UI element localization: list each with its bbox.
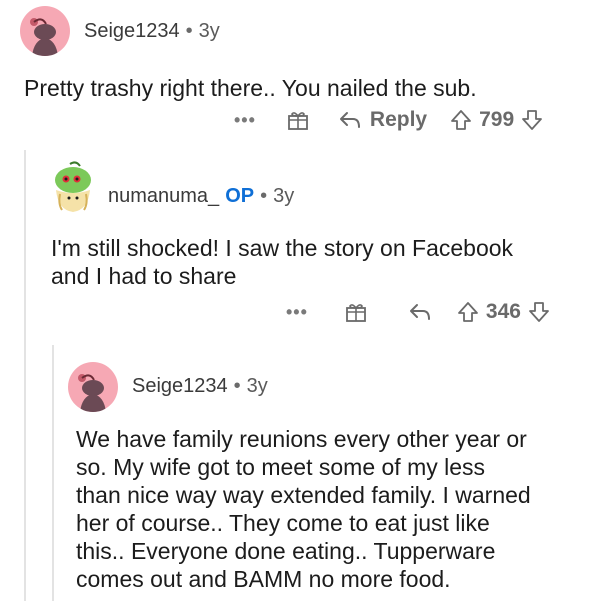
comment-body-line: I'm still shocked! I saw the story on Fa… — [51, 235, 514, 261]
comment-body-line: this.. Everyone done eating.. Tupperware — [76, 538, 496, 564]
downvote-icon[interactable] — [520, 108, 544, 132]
reply-button[interactable]: Reply — [370, 108, 427, 132]
comment-age: 3y — [273, 185, 295, 207]
separator-dot: • — [233, 375, 241, 397]
avatar[interactable] — [20, 6, 70, 56]
downvote-icon[interactable] — [527, 300, 551, 324]
comment-actions: ••• Reply 799 — [234, 108, 544, 132]
separator-dot: • — [185, 20, 193, 42]
vote-count: 346 — [485, 300, 521, 323]
snoo-avatar-icon — [55, 161, 91, 212]
comment-body-line: her of course.. They come to eat just li… — [76, 510, 490, 536]
username[interactable]: Seige1234 — [132, 375, 228, 397]
comment-body: We have family reunions every other year… — [76, 425, 531, 593]
comment-body: Pretty trashy right there.. You nailed t… — [24, 75, 477, 101]
thread-line-level1[interactable] — [24, 150, 26, 601]
avatar[interactable] — [68, 362, 118, 412]
more-options-button[interactable]: ••• — [286, 302, 308, 323]
comment-body-line: We have family reunions every other year… — [76, 426, 527, 452]
comment-body-line: than nice way way extended family. I war… — [76, 482, 531, 508]
comment-age: 3y — [246, 375, 268, 397]
snoo-avatar-icon — [78, 374, 106, 412]
username[interactable]: Seige1234 — [84, 20, 180, 42]
upvote-icon[interactable] — [456, 300, 480, 324]
thread-line-level2[interactable] — [52, 345, 54, 601]
comment-username: Seige1234 • 3y — [132, 375, 268, 398]
comment-body-line: and I had to share — [51, 263, 237, 289]
comment-body: I'm still shocked! I saw the story on Fa… — [51, 234, 513, 290]
avatar[interactable] — [46, 160, 100, 214]
award-icon[interactable] — [286, 108, 310, 132]
upvote-icon[interactable] — [449, 108, 473, 132]
username[interactable]: numanuma_ — [108, 185, 219, 207]
comment-username: Seige1234 • 3y — [84, 20, 220, 43]
comment-body-line: comes out and BAMM no more food. — [76, 566, 451, 592]
comment-actions: ••• 346 — [286, 300, 551, 324]
comment-username: numanuma_ OP • 3y — [108, 185, 294, 208]
more-options-button[interactable]: ••• — [234, 110, 256, 131]
vote-count: 799 — [479, 108, 515, 131]
op-badge: OP — [225, 185, 255, 207]
separator-dot: • — [260, 185, 268, 207]
comment-body-line: so. My wife got to meet some of my less — [76, 454, 486, 480]
comment-age: 3y — [198, 20, 220, 42]
reply-icon[interactable] — [338, 109, 362, 131]
award-icon[interactable] — [344, 300, 368, 324]
reply-icon[interactable] — [408, 301, 432, 323]
snoo-avatar-icon — [30, 18, 58, 56]
